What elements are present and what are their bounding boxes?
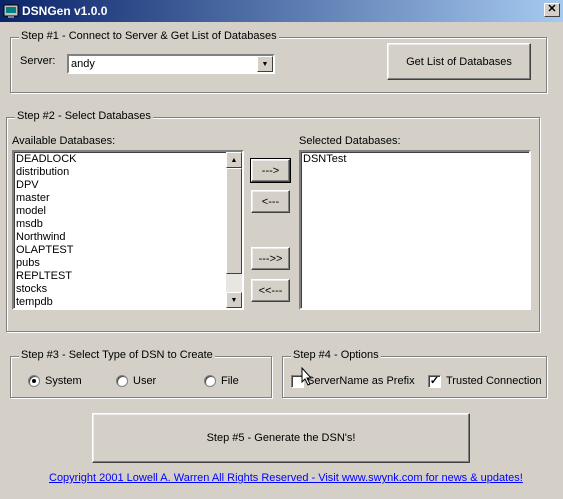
radio-user-label[interactable]: User xyxy=(133,375,156,387)
selected-database-item[interactable]: DSNTest xyxy=(301,153,529,166)
remove-database-label: <--- xyxy=(261,195,280,208)
scroll-down-button[interactable]: ▼ xyxy=(226,292,242,308)
remove-all-label: <<--- xyxy=(258,284,283,297)
add-all-databases-button[interactable]: --->> xyxy=(251,247,290,270)
server-label: Server: xyxy=(20,55,56,67)
get-list-button-label: Get List of Databases xyxy=(406,55,512,68)
server-value: andy xyxy=(71,58,95,70)
scroll-up-button[interactable]: ▲ xyxy=(226,152,242,168)
available-databases-items: DEADLOCK distribution DPV master model msdb No… xyxy=(14,153,226,309)
selected-databases-list[interactable]: DSNTest xyxy=(299,150,531,310)
available-database-item[interactable]: DEADLOCK xyxy=(14,153,226,166)
app-icon xyxy=(3,4,19,18)
mouse-cursor-icon xyxy=(301,367,313,386)
close-icon: ✕ xyxy=(547,3,557,15)
check-icon: ✓ xyxy=(429,375,440,387)
generate-dsn-button[interactable]: Step #5 - Generate the DSN's! xyxy=(92,413,470,463)
get-list-button[interactable]: Get List of Databases xyxy=(387,43,531,80)
available-database-item[interactable]: master xyxy=(14,192,226,205)
available-database-item[interactable]: OLAPTEST xyxy=(14,244,226,257)
available-database-item[interactable]: distribution xyxy=(14,166,226,179)
selected-databases-items: DSNTest xyxy=(301,153,529,166)
available-database-item[interactable]: msdb xyxy=(14,218,226,231)
remove-all-databases-button[interactable]: <<--- xyxy=(251,279,290,302)
radio-selected-dot xyxy=(32,379,36,383)
available-database-item[interactable]: pubs xyxy=(14,257,226,270)
chevron-down-icon: ▼ xyxy=(261,60,269,68)
add-all-label: --->> xyxy=(258,252,283,265)
servername-prefix-label[interactable]: ServerName as Prefix xyxy=(307,375,415,387)
available-databases-list[interactable]: DEADLOCK distribution DPV master model msdb No… xyxy=(12,150,244,310)
add-database-label: ---> xyxy=(261,164,280,177)
scroll-thumb[interactable] xyxy=(226,168,242,274)
step3-legend: Step #3 - Select Type of DSN to Create xyxy=(19,349,215,361)
title-bar[interactable]: DSNGen v1.0.0 ✕ xyxy=(0,0,563,22)
radio-system-label[interactable]: System xyxy=(45,375,82,387)
dsngen-window: DSNGen v1.0.0 ✕ Step #1 - Connect to Ser… xyxy=(0,0,563,499)
available-database-item[interactable]: stocks xyxy=(14,283,226,296)
step2-legend: Step #2 - Select Databases xyxy=(15,110,153,122)
generate-dsn-label: Step #5 - Generate the DSN's! xyxy=(206,432,356,444)
radio-user[interactable] xyxy=(116,375,128,387)
available-list-scrollbar[interactable]: ▲ ▼ xyxy=(226,152,242,308)
radio-file-label[interactable]: File xyxy=(221,375,239,387)
selected-databases-label: Selected Databases: xyxy=(299,135,401,147)
radio-file[interactable] xyxy=(204,375,216,387)
available-database-item[interactable]: REPLTEST xyxy=(14,270,226,283)
scroll-up-icon: ▲ xyxy=(230,156,238,164)
available-database-item[interactable]: Northwind xyxy=(14,231,226,244)
available-database-item[interactable]: model xyxy=(14,205,226,218)
step1-legend: Step #1 - Connect to Server & Get List o… xyxy=(19,30,279,42)
add-database-button[interactable]: ---> xyxy=(250,158,291,183)
remove-database-button[interactable]: <--- xyxy=(251,190,290,213)
window-title: DSNGen v1.0.0 xyxy=(22,4,108,18)
server-dropdown-button[interactable]: ▼ xyxy=(257,56,273,72)
step4-legend: Step #4 - Options xyxy=(291,349,381,361)
available-database-item[interactable]: tempdb xyxy=(14,296,226,309)
close-button[interactable]: ✕ xyxy=(544,3,560,17)
available-database-item[interactable]: DPV xyxy=(14,179,226,192)
copyright-link[interactable]: Copyright 2001 Lowell A. Warren All Righ… xyxy=(49,472,523,484)
available-databases-label: Available Databases: xyxy=(12,135,116,147)
trusted-connection-checkbox[interactable]: ✓ xyxy=(428,375,441,388)
scroll-down-icon: ▼ xyxy=(230,296,238,304)
trusted-connection-label[interactable]: Trusted Connection xyxy=(446,375,542,387)
radio-system[interactable] xyxy=(28,375,40,387)
server-combo[interactable]: andy ▼ xyxy=(67,54,275,74)
